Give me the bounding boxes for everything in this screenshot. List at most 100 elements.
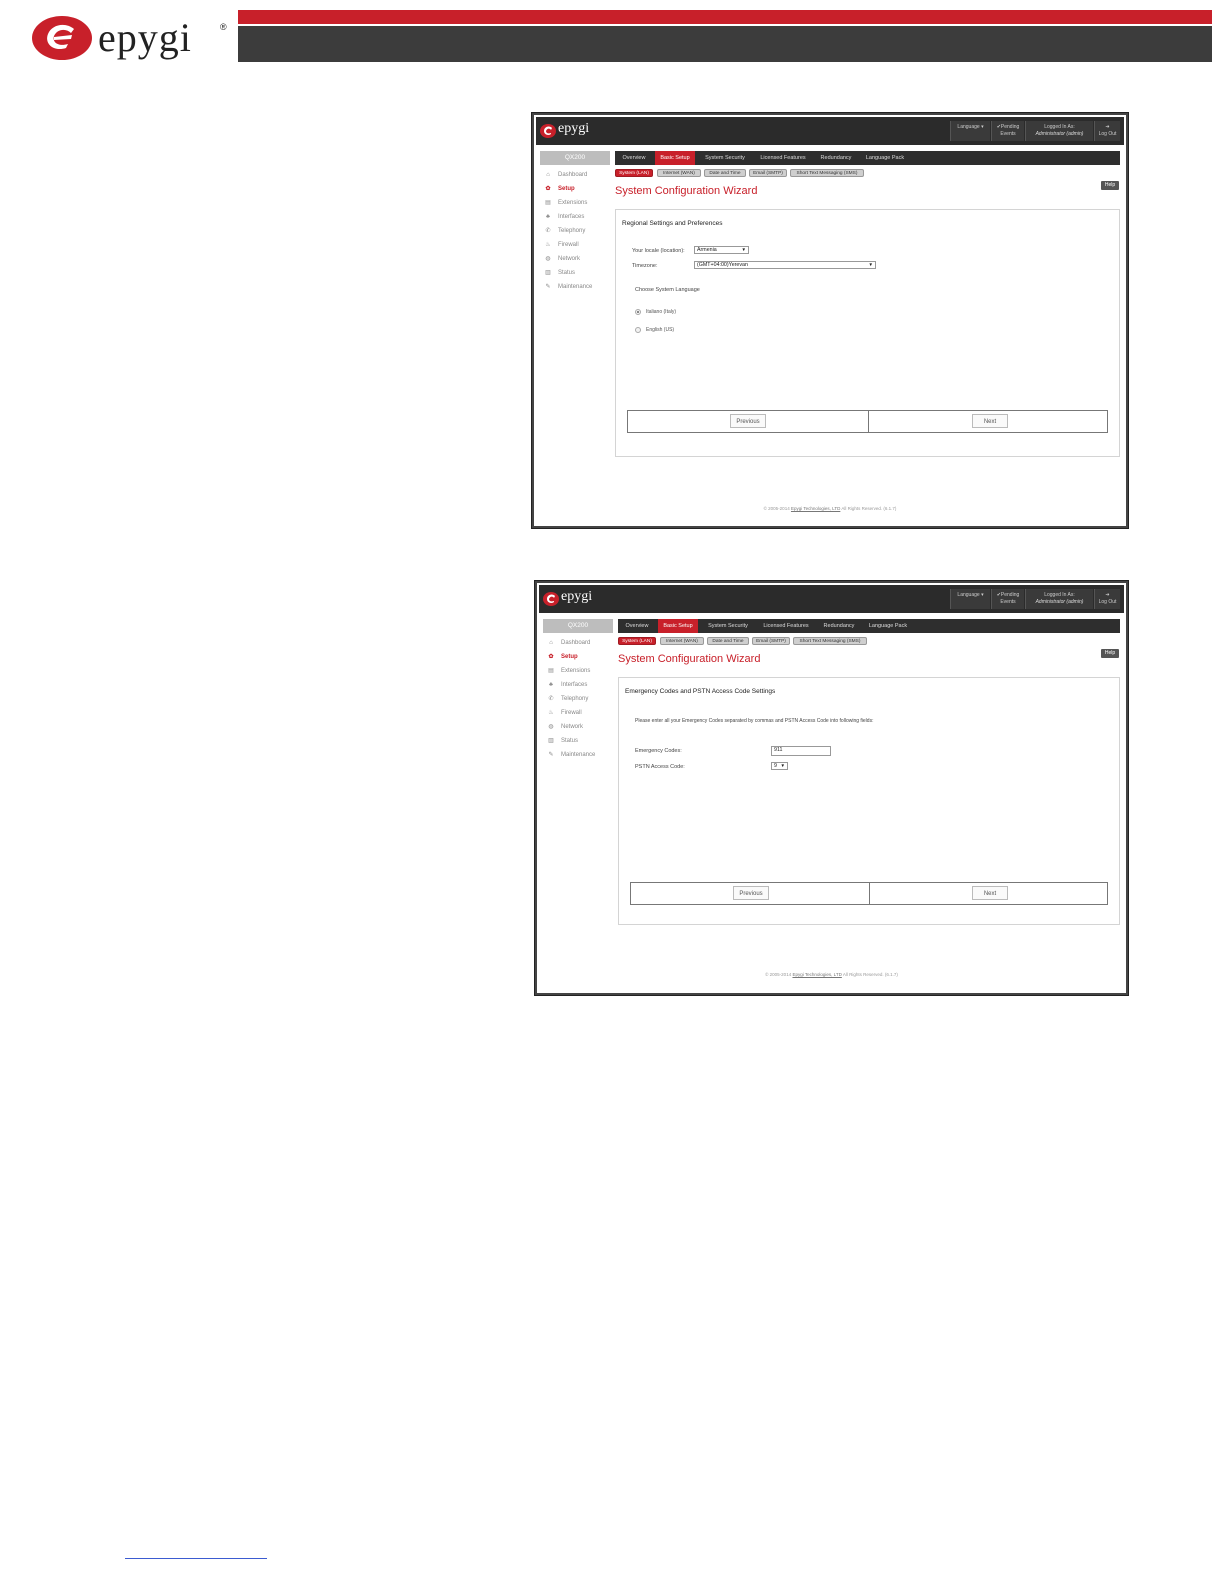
radio-english[interactable] <box>635 327 641 333</box>
emergency-codes-input[interactable]: 911 <box>771 746 831 756</box>
sidebar-item-dashboard[interactable]: ⌂ Dashboard <box>544 169 587 181</box>
sidebar-item-label: Dashboard <box>558 172 588 178</box>
sidebar-item-extensions[interactable]: ▤ Extensions <box>547 665 590 677</box>
next-button[interactable]: Next <box>972 414 1008 428</box>
sidebar-item-maintenance[interactable]: ✎ Maintenance <box>547 749 595 761</box>
timezone-select[interactable]: (GMT+04:00)Yerevan ▼ <box>694 261 876 269</box>
dashboard-icon: ⌂ <box>549 640 553 646</box>
subtab-system-lan[interactable]: System (LAN) <box>615 169 653 177</box>
copyright-link[interactable]: Epygi Technologies, LTD <box>792 972 841 977</box>
timezone-label: Timezone: <box>632 263 658 269</box>
pstn-access-code-select[interactable]: 9 ▼ <box>771 762 788 770</box>
sidebar-item-network[interactable]: ◍ Network <box>544 253 580 265</box>
logged-in-info: Logged In As: Administrator (admin) <box>1025 121 1093 141</box>
sidebar-item-network[interactable]: ◍ Network <box>547 721 583 733</box>
panel-title: Emergency Codes and PSTN Access Code Set… <box>625 688 776 695</box>
tab-system-security[interactable]: System Security <box>702 619 754 633</box>
subtab-email-smtp[interactable]: Email (SMTP) <box>752 637 790 645</box>
locale-select[interactable]: Armenia ▼ <box>694 246 749 254</box>
sidebar-item-label: Interfaces <box>561 682 588 688</box>
sidebar-item-label: Network <box>558 256 581 262</box>
copyright: © 2005-2014 Epygi Technologies, LTD All … <box>539 972 1124 977</box>
sidebar-item-label: Interfaces <box>558 214 585 220</box>
subtab-system-lan[interactable]: System (LAN) <box>618 637 656 645</box>
logout-icon: ➜ <box>1105 592 1110 598</box>
sidebar-item-telephony[interactable]: ✆ Telephony <box>544 225 585 237</box>
app-header: epygi Language ▾ ✔Pending Events Logged … <box>539 585 1124 613</box>
language-menu[interactable]: Language ▾ <box>950 589 990 609</box>
main-tabs: Overview Basic Setup System Security Lic… <box>615 151 1120 165</box>
pending-events[interactable]: ✔Pending Events <box>991 121 1024 141</box>
sidebar-item-label: Extensions <box>558 200 588 206</box>
sidebar-item-setup[interactable]: ✿ Setup <box>544 183 574 195</box>
tab-system-security[interactable]: System Security <box>699 151 751 165</box>
sidebar-item-label: Dashboard <box>561 640 591 646</box>
panel-title: Regional Settings and Preferences <box>622 220 723 227</box>
extensions-icon: ▤ <box>545 200 551 206</box>
sidebar-item-status[interactable]: ▥ Status <box>547 735 578 747</box>
sidebar-item-interfaces[interactable]: ♣ Interfaces <box>547 679 587 691</box>
gear-icon: ✿ <box>545 186 551 192</box>
registered-mark: ® <box>220 22 227 32</box>
tab-basic-setup[interactable]: Basic Setup <box>655 151 695 165</box>
subtab-date-time[interactable]: Date and Time <box>707 637 749 645</box>
tab-licensed-features[interactable]: Licensed Features <box>755 151 811 165</box>
radio-english-label: English (US) <box>646 327 675 333</box>
footer-link-underline[interactable] <box>125 1558 267 1559</box>
subtab-internet-wan[interactable]: Internet (WAN) <box>657 169 701 177</box>
device-label: QX200 <box>543 619 613 633</box>
subtab-sms[interactable]: Short Text Messaging (SMS) <box>790 169 864 177</box>
tab-language-pack[interactable]: Language Pack <box>864 619 912 633</box>
subtab-email-smtp[interactable]: Email (SMTP) <box>749 169 787 177</box>
sidebar-item-status[interactable]: ▥ Status <box>544 267 575 279</box>
subtab-sms[interactable]: Short Text Messaging (SMS) <box>793 637 867 645</box>
logout-icon: ➜ <box>1105 124 1110 130</box>
main-tabs: Overview Basic Setup System Security Lic… <box>618 619 1120 633</box>
wizard-panel: Regional Settings and Preferences Your l… <box>615 209 1120 457</box>
sidebar-item-setup[interactable]: ✿ Setup <box>547 651 577 663</box>
tab-overview[interactable]: Overview <box>622 619 652 633</box>
logout-button[interactable]: ➜ Log Out <box>1094 589 1120 609</box>
chevron-down-icon: ▾ <box>981 124 984 130</box>
sidebar-item-label: Extensions <box>561 668 591 674</box>
logged-in-label: Logged In As: <box>1044 592 1075 598</box>
logout-button[interactable]: ➜ Log Out <box>1094 121 1120 141</box>
chevron-down-icon: ▼ <box>780 763 785 768</box>
sidebar-item-firewall[interactable]: ♨ Firewall <box>544 239 578 251</box>
page-title: System Configuration Wizard <box>615 185 758 197</box>
sidebar-item-label: Telephony <box>558 228 586 234</box>
sidebar-item-maintenance[interactable]: ✎ Maintenance <box>544 281 592 293</box>
app-logo-text: epygi <box>558 121 590 136</box>
radio-italiano[interactable] <box>635 309 641 315</box>
tab-redundancy[interactable]: Redundancy <box>815 151 857 165</box>
language-menu[interactable]: Language ▾ <box>950 121 990 141</box>
tab-redundancy[interactable]: Redundancy <box>818 619 860 633</box>
app-logo-icon <box>543 592 559 606</box>
pstn-access-code-label: PSTN Access Code: <box>635 764 685 770</box>
locale-label: Your locale (location): <box>632 248 685 254</box>
sidebar-item-firewall[interactable]: ♨ Firewall <box>547 707 581 719</box>
next-button[interactable]: Next <box>972 886 1008 900</box>
language-heading: Choose System Language <box>635 287 700 293</box>
chart-icon: ▥ <box>548 738 554 744</box>
previous-button[interactable]: Previous <box>733 886 769 900</box>
sidebar-item-telephony[interactable]: ✆ Telephony <box>547 693 588 705</box>
tab-overview[interactable]: Overview <box>619 151 649 165</box>
copyright-link[interactable]: Epygi Technologies, LTD <box>791 506 840 511</box>
device-label: QX200 <box>540 151 610 165</box>
subtab-internet-wan[interactable]: Internet (WAN) <box>660 637 704 645</box>
help-button[interactable]: Help <box>1101 181 1119 190</box>
chevron-down-icon: ▼ <box>741 247 746 252</box>
previous-button[interactable]: Previous <box>730 414 766 428</box>
tab-language-pack[interactable]: Language Pack <box>861 151 909 165</box>
sidebar-item-interfaces[interactable]: ♣ Interfaces <box>544 211 584 223</box>
tab-licensed-features[interactable]: Licensed Features <box>758 619 814 633</box>
sidebar-item-dashboard[interactable]: ⌂ Dashboard <box>547 637 590 649</box>
help-button[interactable]: Help <box>1101 649 1119 658</box>
pending-events[interactable]: ✔Pending Events <box>991 589 1024 609</box>
subtab-date-time[interactable]: Date and Time <box>704 169 746 177</box>
instructions-text: Please enter all your Emergency Codes se… <box>635 718 874 724</box>
sidebar-item-extensions[interactable]: ▤ Extensions <box>544 197 587 209</box>
tab-basic-setup[interactable]: Basic Setup <box>658 619 698 633</box>
phone-icon: ✆ <box>548 696 554 702</box>
